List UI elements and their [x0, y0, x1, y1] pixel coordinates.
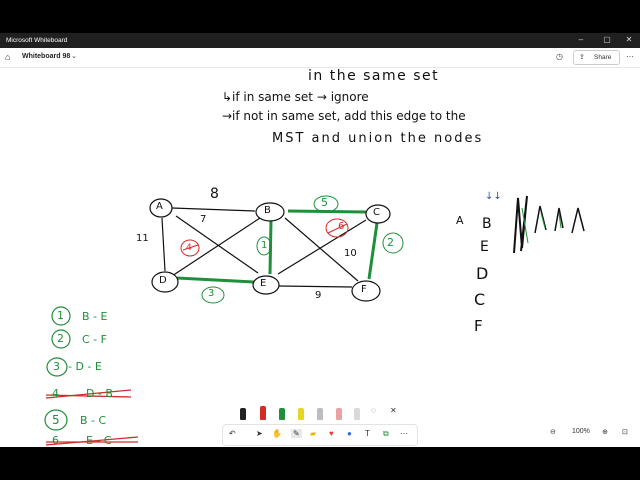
share-label: Share	[594, 54, 612, 61]
mst-step-3-edge: - D - E	[68, 360, 102, 373]
zoom-level[interactable]: 100%	[572, 428, 590, 435]
node-c-label: C	[373, 207, 380, 218]
highlighter-yellow[interactable]	[298, 408, 304, 420]
mst-step-2-num: 2	[57, 332, 64, 345]
mst-step-6-edge: E - C	[86, 434, 112, 447]
zoom-in-icon[interactable]: ⊕	[602, 428, 608, 436]
share-icon: ⇪	[579, 54, 585, 61]
select-icon[interactable]: ➤	[256, 429, 263, 438]
hand-icon[interactable]: ✋	[272, 429, 282, 438]
zoom-out-icon[interactable]: ⊖	[550, 428, 556, 436]
weight-cf: 2	[387, 236, 394, 249]
more-options-icon[interactable]: ⋯	[626, 52, 634, 61]
weight-ae: 7	[200, 214, 207, 225]
close-pens-icon[interactable]: ✕	[390, 406, 397, 415]
weight-ef: 9	[315, 290, 322, 301]
mst-step-3-num: 3	[53, 360, 60, 373]
node-d-label: D	[159, 275, 167, 286]
mst-step-1-edge: B - E	[82, 310, 108, 323]
pen-green[interactable]	[279, 408, 285, 420]
parent-label-c: C	[474, 290, 486, 309]
parent-label-f: F	[474, 317, 483, 335]
highlighter-pink[interactable]	[336, 408, 342, 420]
mst-step-4-num: 4	[52, 387, 59, 400]
minimize-button[interactable]: –	[574, 35, 588, 44]
close-button[interactable]: ✕	[622, 35, 636, 44]
parent-label-e: E	[480, 239, 489, 255]
weight-db: 4	[186, 243, 192, 253]
node-e-label: E	[260, 278, 267, 289]
fit-screen-icon[interactable]: ⊡	[622, 428, 628, 436]
text-icon[interactable]: T	[365, 429, 370, 438]
weight-be: 1	[261, 240, 268, 251]
chevron-down-icon[interactable]: ⌄	[71, 52, 77, 60]
insert-icon[interactable]: ⧉	[383, 429, 389, 439]
parent-label-b: B	[482, 216, 492, 232]
weight-ce: 6	[338, 221, 345, 232]
mst-step-2-edge: C - F	[82, 333, 107, 346]
pen-red[interactable]	[260, 406, 266, 420]
node-a-label: A	[156, 201, 163, 212]
whiteboard-canvas[interactable]: in the same set ↳if in same set → ignore…	[0, 68, 640, 447]
mst-step-6-num: 6	[52, 434, 59, 447]
mst-step-5-num: 5	[52, 413, 60, 427]
timer-icon[interactable]: ◷	[556, 52, 563, 61]
weight-bc: 5	[321, 196, 328, 209]
home-icon[interactable]: ⌂	[5, 52, 10, 62]
parent-arrows: ↓↓	[485, 191, 502, 202]
app-bar: ⌂ Whiteboard 98 ⌄ ◷ ⇪ Share ⋯	[0, 48, 640, 68]
shapes-icon[interactable]: ●	[347, 429, 352, 438]
pen-black[interactable]	[240, 408, 246, 420]
pen-gray[interactable]	[317, 408, 323, 420]
undo-icon[interactable]: ↶	[229, 429, 236, 438]
more-tools-icon[interactable]: ⋯	[400, 429, 408, 438]
mst-step-5-edge: B - C	[80, 414, 107, 427]
pen-palette: ◌ ✕	[234, 405, 404, 421]
weight-bf: 10	[344, 248, 357, 259]
mst-step-4-edge: D - B	[86, 387, 113, 400]
node-f-label: F	[361, 284, 367, 295]
whiteboard-window: Microsoft Whiteboard – ▢ ✕ ⌂ Whiteboard …	[0, 33, 640, 447]
reactions-icon[interactable]: ♥	[329, 429, 334, 438]
parent-label-d: D	[476, 264, 489, 283]
node-b-label: B	[264, 205, 271, 216]
pen-tool-icon[interactable]: ✎	[291, 429, 302, 438]
parent-label-a: A	[456, 214, 464, 227]
share-button[interactable]: ⇪ Share	[573, 50, 620, 65]
zoom-controls: ⊖ 100% ⊕ ⊡	[542, 425, 640, 443]
weight-de: 3	[208, 288, 215, 299]
sticky-note-icon[interactable]: ▰	[310, 429, 316, 438]
weight-ad: 11	[136, 233, 149, 244]
maximize-button[interactable]: ▢	[600, 35, 614, 44]
mst-step-1-num: 1	[57, 309, 64, 322]
bottom-toolbar: ↶ ➤ ✋ ✎ ▰ ♥ ● T ⧉ ⋯	[222, 424, 418, 446]
eraser-icon[interactable]	[354, 408, 360, 420]
window-title: Microsoft Whiteboard	[6, 37, 68, 44]
weight-ab: 8	[210, 186, 219, 202]
lasso-icon[interactable]: ◌	[371, 406, 376, 415]
title-bar: Microsoft Whiteboard – ▢ ✕	[0, 33, 640, 48]
board-name[interactable]: Whiteboard 98	[22, 53, 70, 60]
